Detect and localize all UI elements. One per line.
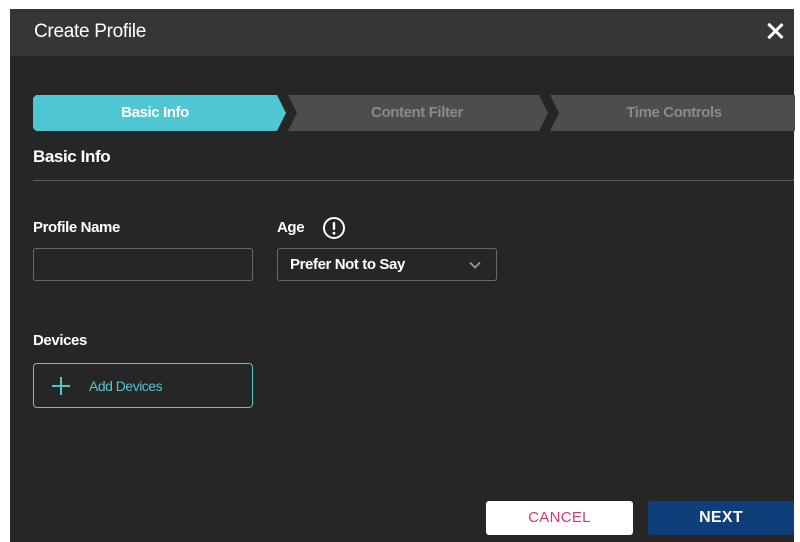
devices-label: Devices [33, 332, 87, 349]
add-devices-label: Add Devices [89, 378, 163, 394]
close-icon[interactable] [763, 19, 787, 43]
section-divider [33, 180, 794, 181]
cancel-button[interactable]: CANCEL [486, 501, 633, 535]
profile-name-input[interactable] [33, 248, 253, 281]
dialog-titlebar: Create Profile [10, 9, 794, 56]
add-devices-button[interactable]: Add Devices [33, 363, 253, 408]
dialog-title: Create Profile [34, 21, 146, 42]
tab-content-filter[interactable]: Content Filter [295, 104, 539, 121]
next-button[interactable]: NEXT [648, 501, 794, 535]
plus-icon [52, 377, 70, 395]
section-title: Basic Info [33, 147, 111, 166]
chevron-down-icon [469, 261, 481, 269]
profile-name-label: Profile Name [33, 219, 120, 236]
create-profile-dialog: Create Profile Basic Info Content Filter… [10, 9, 795, 542]
age-select-value: Prefer Not to Say [290, 256, 405, 273]
tab-basic-info[interactable]: Basic Info [33, 104, 277, 121]
stepper: Basic Info Content Filter Time Controls [33, 95, 795, 131]
tab-time-controls[interactable]: Time Controls [555, 104, 793, 121]
age-label: Age [277, 219, 305, 236]
age-select[interactable]: Prefer Not to Say [277, 248, 497, 281]
exclamation-circle-icon[interactable] [322, 216, 346, 240]
